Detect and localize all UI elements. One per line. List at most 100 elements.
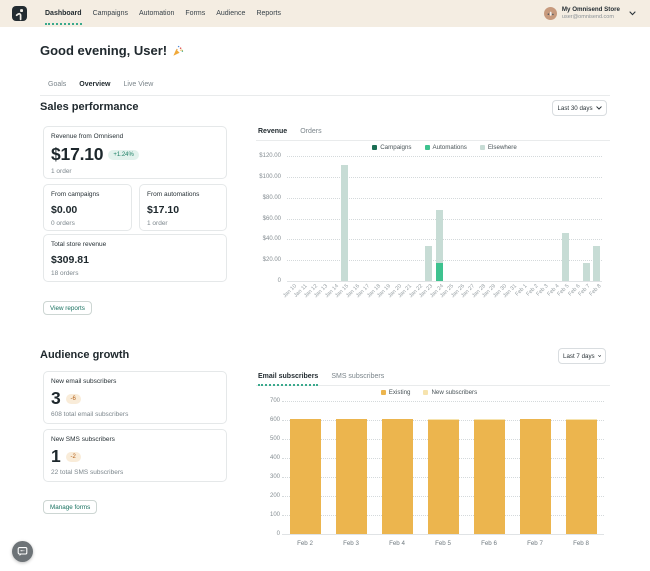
- chart-tab-orders[interactable]: Orders: [300, 126, 321, 140]
- legend-item-automations: Automations: [425, 144, 467, 151]
- y-axis-label: 400: [240, 455, 280, 461]
- chat-launcher-button[interactable]: [12, 541, 33, 562]
- y-axis-label: 600: [240, 417, 280, 423]
- card-sub: 1 order: [51, 168, 219, 175]
- card-label: Revenue from Omnisend: [51, 133, 219, 140]
- page-tab-live-view[interactable]: Live View: [123, 78, 153, 95]
- legend-swatch: [372, 145, 377, 150]
- nav-item-dashboard[interactable]: Dashboard: [45, 0, 82, 27]
- dashboard-page: Dashboard Campaigns Automation Forms Audienc…: [0, 0, 650, 571]
- page-tab-overview[interactable]: Overview: [79, 78, 110, 95]
- nav-item-forms[interactable]: Forms: [185, 0, 205, 27]
- bar-existing-feb-3: [336, 419, 367, 534]
- y-axis-label: 100: [240, 512, 280, 518]
- card-label: New email subscribers: [51, 378, 219, 385]
- audience-range-select[interactable]: Last 7 days: [558, 348, 606, 364]
- card-value: $0.00: [51, 204, 124, 216]
- legend-label: Campaigns: [380, 144, 411, 151]
- card-from-campaigns: From campaigns $0.00 0 orders: [43, 184, 132, 231]
- card-label: Total store revenue: [51, 241, 219, 248]
- chevron-down-icon: [596, 106, 602, 110]
- change-badge: -2: [66, 452, 81, 462]
- bar-elsewhere-feb-7: [583, 263, 590, 281]
- greeting-text: Good evening, User!: [40, 43, 167, 58]
- nav-item-reports[interactable]: Reports: [256, 0, 281, 27]
- view-reports-button[interactable]: View reports: [43, 301, 92, 315]
- nav-item-audience[interactable]: Audience: [216, 0, 245, 27]
- audience-chart-tabs: Email subscribers SMS subscribers: [256, 371, 610, 386]
- y-axis-label: 200: [240, 493, 280, 499]
- y-axis-label: 500: [240, 436, 280, 442]
- party-popper-icon: [172, 45, 184, 57]
- bar-existing-feb-6: [474, 419, 505, 534]
- y-axis-label: 0: [241, 278, 281, 284]
- card-value: $309.81: [51, 254, 219, 266]
- chart-tab-sms-subscribers[interactable]: SMS subscribers: [331, 371, 384, 385]
- bar-existing-feb-2: [290, 419, 321, 534]
- y-axis-label: 700: [240, 398, 280, 404]
- card-sub: 0 orders: [51, 220, 124, 227]
- card-sub: 1 order: [147, 220, 219, 227]
- bar-elsewhere-feb-8: [593, 246, 600, 281]
- nav-item-campaigns[interactable]: Campaigns: [93, 0, 128, 27]
- x-axis-label: Feb 4: [377, 541, 417, 547]
- sales-section-title: Sales performance: [40, 101, 138, 113]
- y-axis-label: $100.00: [241, 174, 281, 180]
- bar-existing-feb-4: [382, 419, 413, 534]
- chat-bubble-icon: [17, 546, 28, 557]
- legend-item-campaigns: Campaigns: [372, 144, 411, 151]
- gridline: [282, 401, 604, 402]
- y-axis-label: $40.00: [241, 236, 281, 242]
- card-value: $17.10: [147, 204, 219, 216]
- x-axis-label: Feb 3: [331, 541, 371, 547]
- x-axis-label: Feb 2: [285, 541, 325, 547]
- manage-forms-button[interactable]: Manage forms: [43, 500, 97, 514]
- audience-section-title: Audience growth: [40, 349, 129, 361]
- bar-elsewhere-feb-5: [562, 233, 569, 281]
- card-label: From campaigns: [51, 191, 124, 198]
- change-badge: -6: [66, 394, 81, 404]
- card-sub: 608 total email subscribers: [51, 411, 219, 418]
- card-new-sms-subscribers: New SMS subscribers 1 -2 22 total SMS su…: [43, 429, 227, 482]
- topbar: Dashboard Campaigns Automation Forms Audienc…: [0, 0, 650, 27]
- y-axis-label: $80.00: [241, 195, 281, 201]
- bar-existing-feb-8: [566, 419, 597, 534]
- card-value: 3: [51, 388, 61, 409]
- chevron-down-icon: [598, 354, 601, 358]
- x-axis-label: Feb 6: [469, 541, 509, 547]
- legend-swatch: [480, 145, 485, 150]
- chart-tab-revenue[interactable]: Revenue: [258, 126, 287, 140]
- gridline: [287, 219, 602, 220]
- x-axis-label: Feb 5: [423, 541, 463, 547]
- y-axis-label: $60.00: [241, 216, 281, 222]
- bar-elsewhere-jan-15: [341, 165, 348, 281]
- bar-elsewhere-jan-23: [425, 246, 432, 281]
- x-axis-label: Feb 7: [515, 541, 555, 547]
- x-axis-label: Feb 8: [561, 541, 601, 547]
- gridline: [287, 260, 602, 261]
- greeting: Good evening, User!: [40, 43, 184, 58]
- card-sub: 18 orders: [51, 270, 219, 277]
- gridline: [287, 239, 602, 240]
- nav-item-automation[interactable]: Automation: [139, 0, 174, 27]
- legend-item-existing: Existing: [381, 389, 411, 396]
- account-menu[interactable]: My Omnisend Store user@omnisend.com: [544, 0, 636, 27]
- gridline: [287, 281, 602, 282]
- sales-range-value: Last 30 days: [557, 105, 592, 112]
- bar-existing-feb-7: [520, 419, 551, 534]
- card-revenue-from-omnisend: Revenue from Omnisend $17.10 +1.24% 1 or…: [43, 126, 227, 179]
- page-tab-goals[interactable]: Goals: [48, 78, 66, 95]
- card-sub: 22 total SMS subscribers: [51, 469, 219, 476]
- y-axis-label: $20.00: [241, 257, 281, 263]
- card-label: From automations: [147, 191, 219, 198]
- omnisend-logo[interactable]: [12, 6, 27, 21]
- chevron-down-icon: [629, 11, 636, 16]
- card-value: $17.10: [51, 144, 103, 165]
- legend-swatch: [423, 390, 428, 395]
- sales-range-select[interactable]: Last 30 days: [552, 100, 607, 116]
- card-from-automations: From automations $17.10 1 order: [139, 184, 227, 231]
- card-total-store-revenue: Total store revenue $309.81 18 orders: [43, 234, 227, 282]
- legend-swatch: [425, 145, 430, 150]
- chart-tab-email-subscribers[interactable]: Email subscribers: [258, 371, 318, 385]
- avatar: [544, 7, 557, 20]
